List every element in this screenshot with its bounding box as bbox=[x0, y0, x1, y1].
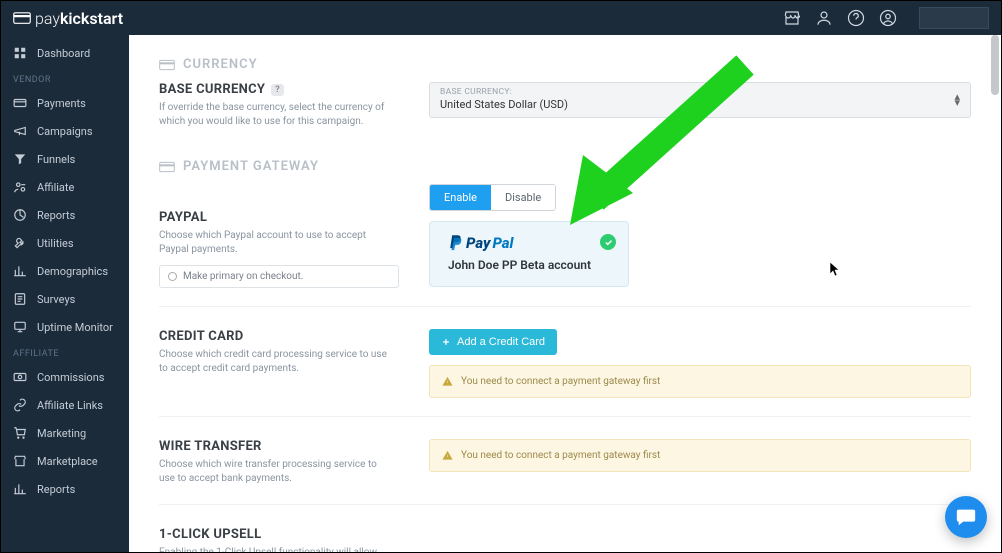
section-gateway-head: PAYMENT GATEWAY bbox=[159, 159, 971, 174]
paypal-primary-radio[interactable]: Make primary on checkout. bbox=[159, 265, 399, 288]
user-icon[interactable] bbox=[815, 9, 833, 27]
sidebar-item-demographics[interactable]: Demographics bbox=[1, 257, 129, 285]
check-icon bbox=[600, 234, 616, 250]
warning-icon bbox=[442, 450, 453, 461]
credit-card-warning: You need to connect a payment gateway fi… bbox=[429, 365, 971, 398]
sidebar-item-aff-reports[interactable]: Reports bbox=[1, 475, 129, 503]
card-icon bbox=[159, 161, 175, 173]
upsell-desc: Enabling the 1-Click Upsell functionalit… bbox=[159, 546, 389, 552]
sidebar-item-dashboard[interactable]: Dashboard bbox=[1, 39, 129, 67]
paypal-enable-button[interactable]: Enable bbox=[430, 185, 491, 210]
top-icons bbox=[783, 7, 989, 29]
sidebar-item-payments[interactable]: Payments bbox=[1, 89, 129, 117]
credit-card-desc: Choose which credit card processing serv… bbox=[159, 348, 389, 376]
wire-warning: You need to connect a payment gateway fi… bbox=[429, 439, 971, 472]
sidebar-item-funnels[interactable]: Funnels bbox=[1, 145, 129, 173]
sidebar: Dashboard VENDOR Payments Campaigns Funn… bbox=[1, 35, 129, 552]
brand-suffix: kickstart bbox=[60, 9, 123, 28]
radio-icon bbox=[168, 272, 177, 281]
wire-desc: Choose which wire transfer processing se… bbox=[159, 458, 389, 486]
paypal-toggle: Enable Disable bbox=[429, 184, 556, 211]
paypal-title: PAYPAL bbox=[159, 210, 399, 225]
section-currency-head: CURRENCY bbox=[159, 57, 971, 72]
card-icon bbox=[159, 59, 175, 71]
chat-widget-button[interactable] bbox=[945, 496, 987, 538]
warning-icon bbox=[442, 376, 453, 387]
paypal-desc: Choose which Paypal account to use to ac… bbox=[159, 229, 389, 257]
sidebar-item-utilities[interactable]: Utilities bbox=[1, 229, 129, 257]
add-credit-card-button[interactable]: Add a Credit Card bbox=[429, 329, 557, 355]
sidebar-item-affiliate[interactable]: Affiliate bbox=[1, 173, 129, 201]
avatar-icon[interactable] bbox=[879, 9, 897, 27]
base-currency-select[interactable]: BASE CURRENCY: United States Dollar (USD… bbox=[429, 82, 971, 118]
paypal-disable-button[interactable]: Disable bbox=[491, 185, 555, 210]
paypal-p-icon bbox=[448, 234, 464, 252]
store-icon[interactable] bbox=[783, 9, 801, 27]
sidebar-section-affiliate: AFFILIATE bbox=[1, 341, 129, 363]
main-content: CURRENCY BASE CURRENCY? If override the … bbox=[129, 35, 1001, 552]
brand-logo[interactable]: paykickstart bbox=[13, 9, 123, 28]
select-caret-icon: ▴▾ bbox=[954, 94, 960, 106]
wire-title: WIRE TRANSFER bbox=[159, 439, 399, 454]
account-box[interactable] bbox=[919, 7, 989, 29]
upsell-title: 1-CLICK UPSELL bbox=[159, 527, 399, 542]
sidebar-item-marketing[interactable]: Marketing bbox=[1, 419, 129, 447]
card-icon bbox=[13, 11, 31, 25]
base-currency-title: BASE CURRENCY? bbox=[159, 82, 399, 97]
base-currency-desc: If override the base currency, select th… bbox=[159, 101, 389, 129]
sidebar-item-affiliate-links[interactable]: Affiliate Links bbox=[1, 391, 129, 419]
sidebar-item-uptime[interactable]: Uptime Monitor bbox=[1, 313, 129, 341]
help-badge[interactable]: ? bbox=[271, 84, 284, 96]
top-bar: paykickstart bbox=[1, 1, 1001, 35]
help-icon[interactable] bbox=[847, 9, 865, 27]
sidebar-item-campaigns[interactable]: Campaigns bbox=[1, 117, 129, 145]
sidebar-item-surveys[interactable]: Surveys bbox=[1, 285, 129, 313]
sidebar-item-marketplace[interactable]: Marketplace bbox=[1, 447, 129, 475]
sidebar-item-reports[interactable]: Reports bbox=[1, 201, 129, 229]
chat-icon bbox=[955, 506, 977, 528]
sidebar-section-vendor: VENDOR bbox=[1, 67, 129, 89]
paypal-account-name: John Doe PP Beta account bbox=[448, 258, 610, 272]
paypal-logo: PayPal bbox=[448, 234, 610, 252]
mouse-cursor-icon bbox=[829, 261, 841, 280]
credit-card-title: CREDIT CARD bbox=[159, 329, 399, 344]
paypal-account-card[interactable]: PayPal John Doe PP Beta account bbox=[429, 221, 629, 287]
sidebar-item-commissions[interactable]: Commissions bbox=[1, 363, 129, 391]
scrollbar-thumb[interactable] bbox=[991, 35, 999, 95]
plus-icon bbox=[441, 337, 451, 347]
brand-prefix: pay bbox=[35, 9, 60, 28]
